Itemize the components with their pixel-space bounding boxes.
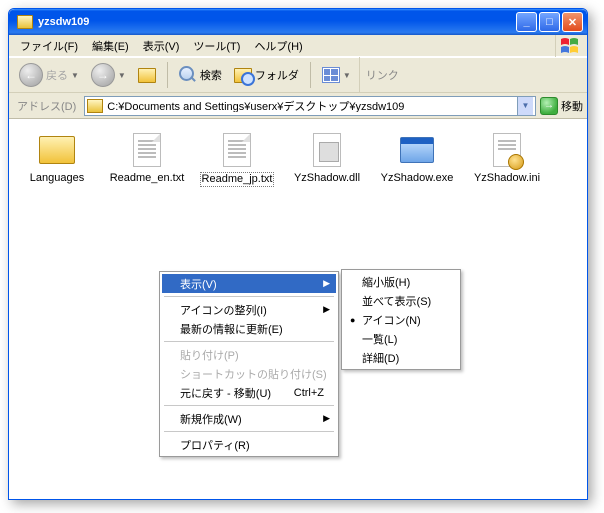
back-button[interactable]: ← 戻る ▼ <box>15 61 83 89</box>
folder-up-icon <box>138 68 156 83</box>
ctx-arrange[interactable]: アイコンの整列(I) ▶ <box>162 300 336 319</box>
file-label: YzShadow.ini <box>474 172 540 185</box>
back-label: 戻る <box>46 67 68 83</box>
separator <box>167 62 168 88</box>
file-item[interactable]: YzShadow.dll <box>289 131 365 185</box>
view-list[interactable]: 一覧(L) <box>344 329 458 348</box>
folders-button[interactable]: フォルダ <box>230 65 303 85</box>
file-item[interactable]: Readme_jp.txt <box>199 131 275 187</box>
menu-help[interactable]: ヘルプ(H) <box>247 35 309 57</box>
file-label: YzShadow.dll <box>294 172 360 185</box>
file-item[interactable]: YzShadow.exe <box>379 131 455 185</box>
window-title: yzsdw109 <box>38 16 516 28</box>
ctx-undo[interactable]: 元に戻す - 移動(U) Ctrl+Z <box>162 383 336 402</box>
forward-button[interactable]: → ▼ <box>87 61 130 89</box>
chevron-down-icon: ▼ <box>343 71 351 80</box>
menu-edit[interactable]: 編集(E) <box>85 35 136 57</box>
content-area[interactable]: Languages Readme_en.txt Readme_jp.txt YzSha… <box>9 119 587 499</box>
chevron-down-icon: ▼ <box>118 71 126 80</box>
file-item[interactable]: Languages <box>19 131 95 185</box>
folder-icon <box>87 99 103 113</box>
folder-icon <box>17 15 33 29</box>
maximize-button[interactable]: □ <box>539 12 560 32</box>
search-icon <box>179 66 197 84</box>
folder-icon <box>37 131 77 169</box>
submenu-arrow-icon: ▶ <box>323 278 330 289</box>
menu-tools[interactable]: ツール(T) <box>186 35 247 57</box>
titlebar[interactable]: yzsdw109 _ □ ✕ <box>9 9 587 35</box>
ctx-paste-shortcut: ショートカットの貼り付け(S) <box>162 364 336 383</box>
submenu-arrow-icon: ▶ <box>323 304 330 315</box>
file-item[interactable]: Readme_en.txt <box>109 131 185 185</box>
txt-icon <box>127 131 167 169</box>
file-item[interactable]: YzShadow.ini <box>469 131 545 185</box>
back-arrow-icon: ← <box>19 63 43 87</box>
address-input[interactable] <box>107 100 517 112</box>
ctx-properties[interactable]: プロパティ(R) <box>162 435 336 454</box>
ctx-refresh[interactable]: 最新の情報に更新(E) <box>162 319 336 338</box>
separator <box>164 405 334 406</box>
search-button[interactable]: 検索 <box>175 64 226 86</box>
view-thumbnails[interactable]: 縮小版(H) <box>344 272 458 291</box>
menu-file[interactable]: ファイル(F) <box>13 35 85 57</box>
go-arrow-icon: → <box>540 97 558 115</box>
view-tiles[interactable]: 並べて表示(S) <box>344 291 458 310</box>
ctx-paste: 貼り付け(P) <box>162 345 336 364</box>
folders-icon <box>234 68 252 83</box>
views-icon <box>322 67 340 83</box>
txt-icon <box>217 131 257 169</box>
separator <box>164 341 334 342</box>
view-submenu: 縮小版(H) 並べて表示(S) ● アイコン(N) 一覧(L) 詳細(D) <box>341 269 461 370</box>
address-dropdown[interactable]: ▼ <box>517 97 533 115</box>
file-label: Readme_jp.txt <box>200 172 275 187</box>
links-pane[interactable]: リンク <box>359 57 405 93</box>
file-label: Languages <box>30 172 84 185</box>
address-label: アドレス(D) <box>13 98 80 114</box>
search-label: 検索 <box>200 67 222 83</box>
windows-flag-icon <box>555 35 583 57</box>
ctx-new[interactable]: 新規作成(W) ▶ <box>162 409 336 428</box>
explorer-window: yzsdw109 _ □ ✕ ファイル(F) 編集(E) 表示(V) ツール(T… <box>8 8 588 500</box>
close-button[interactable]: ✕ <box>562 12 583 32</box>
submenu-arrow-icon: ▶ <box>323 413 330 424</box>
address-field[interactable]: ▼ <box>84 96 536 116</box>
menu-view[interactable]: 表示(V) <box>136 35 187 57</box>
view-icons[interactable]: ● アイコン(N) <box>344 310 458 329</box>
up-button[interactable] <box>134 66 160 85</box>
ctx-view[interactable]: 表示(V) ▶ <box>162 274 336 293</box>
toolbar: ← 戻る ▼ → ▼ 検索 フォルダ ▼ リンク <box>9 57 587 93</box>
folders-label: フォルダ <box>255 67 299 83</box>
minimize-button[interactable]: _ <box>516 12 537 32</box>
exe-icon <box>397 131 437 169</box>
shortcut-label: Ctrl+Z <box>294 387 324 399</box>
separator <box>164 431 334 432</box>
go-label: 移動 <box>561 98 583 114</box>
context-menu: 表示(V) ▶ アイコンの整列(I) ▶ 最新の情報に更新(E) 貼り付け(P)… <box>159 271 339 457</box>
ini-icon <box>487 131 527 169</box>
views-button[interactable]: ▼ <box>318 65 355 85</box>
menubar: ファイル(F) 編集(E) 表示(V) ツール(T) ヘルプ(H) <box>9 35 587 57</box>
view-details[interactable]: 詳細(D) <box>344 348 458 367</box>
dll-icon <box>307 131 347 169</box>
file-label: YzShadow.exe <box>381 172 454 185</box>
file-label: Readme_en.txt <box>110 172 185 185</box>
chevron-down-icon: ▼ <box>71 71 79 80</box>
forward-arrow-icon: → <box>91 63 115 87</box>
bullet-icon: ● <box>350 315 355 325</box>
separator <box>164 296 334 297</box>
address-bar: アドレス(D) ▼ → 移動 <box>9 93 587 119</box>
go-button[interactable]: → 移動 <box>540 97 583 115</box>
separator <box>310 62 311 88</box>
